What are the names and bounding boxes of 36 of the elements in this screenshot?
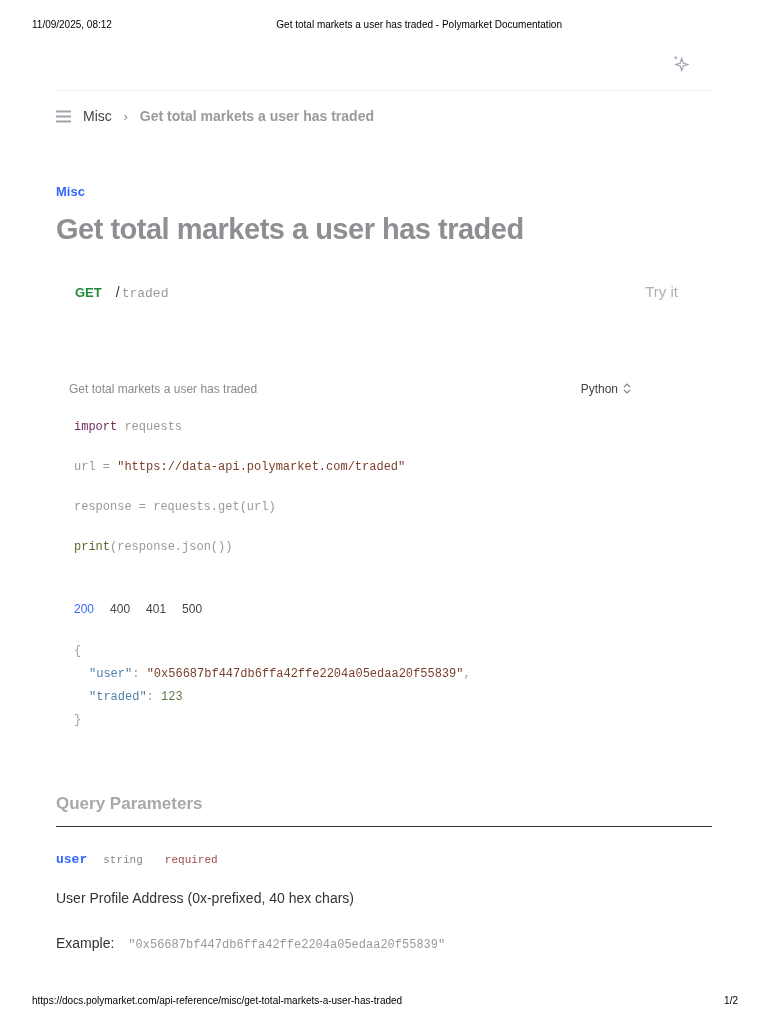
print-url: https://docs.polymarket.com/api-reference/misc/get-total-markets-a-user-has-traded xyxy=(32,994,403,1008)
json-line: "user": "0x56687bf447db6ffa42ffe2204a05edaa20f55839", xyxy=(89,665,471,683)
status-tab[interactable]: 400 xyxy=(110,599,131,618)
section-heading: Query Parameters xyxy=(56,792,204,815)
print-date: 11/09/2025, 08:12 xyxy=(32,18,112,32)
page-title: Get total markets a user has traded xyxy=(56,211,525,247)
sparkle-icon[interactable] xyxy=(672,54,690,72)
status-tab[interactable]: 200 xyxy=(74,599,95,618)
menu-icon[interactable] xyxy=(56,110,71,123)
required-label: required xyxy=(164,853,218,868)
code-sample-title: Get total markets a user has traded xyxy=(69,380,258,398)
json-line: "traded": 123 xyxy=(89,688,183,706)
param-description: User Profile Address (0x-prefixed, 40 hex chars) xyxy=(56,888,355,908)
code-line: print(response.json()) xyxy=(74,538,233,556)
print-title: Get total markets a user has traded - Polymarket Documentation xyxy=(276,18,562,32)
language-selector[interactable]: Python xyxy=(580,379,631,398)
code-line: response = requests.get(url) xyxy=(74,498,276,516)
status-tab[interactable]: 401 xyxy=(146,599,167,618)
status-tab[interactable]: 500 xyxy=(182,599,203,618)
param-type: string xyxy=(103,853,143,868)
breadcrumb-link[interactable]: Misc xyxy=(83,106,112,127)
code-line: url = "https://data-api.polymarket.com/traded" xyxy=(74,458,406,476)
path-slash: / xyxy=(115,282,120,302)
json-line: } xyxy=(74,711,82,729)
breadcrumb-current: Get total markets a user has traded xyxy=(139,107,374,126)
endpoint-path: traded xyxy=(121,284,169,303)
json-line: { xyxy=(74,642,82,660)
breadcrumb-separator: › xyxy=(123,108,128,126)
chevron-updown-icon xyxy=(623,383,631,394)
http-method: GET xyxy=(75,283,102,302)
section-label: Misc xyxy=(56,183,86,201)
page-number: 1/2 xyxy=(724,994,738,1008)
example-value: "0x56687bf447db6ffa42ffe2204a05edaa20f55839" xyxy=(128,936,446,954)
param-name: user xyxy=(56,851,88,869)
code-line: import requests xyxy=(74,418,183,436)
example-label: Example: xyxy=(56,933,115,953)
